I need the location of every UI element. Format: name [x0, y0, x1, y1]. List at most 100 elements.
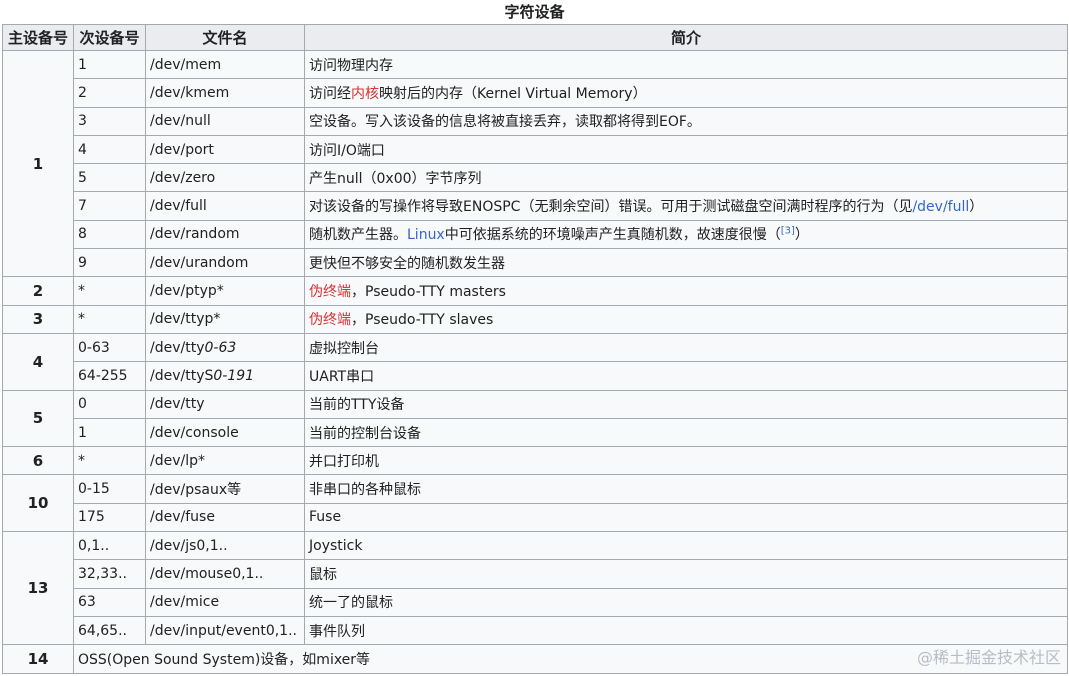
minor-number-cell: 63 [73, 587, 146, 617]
major-number-cell: 4 [2, 332, 74, 391]
minor-number-cell: * [73, 446, 146, 476]
major-number-cell: 13 [2, 531, 74, 646]
text-segment: 访问经 [309, 85, 351, 102]
filename-cell: /dev/tty [145, 389, 305, 419]
description-cell: 伪终端，Pseudo-TTY slaves [304, 304, 1068, 334]
text-segment: 访问I/O端口 [309, 142, 385, 159]
text-segment: /dev/lp* [150, 452, 205, 469]
major-number-cell: 3 [2, 304, 74, 334]
text-segment: /dev/console [150, 424, 239, 441]
text-segment: 非串口的各种鼠标 [309, 482, 421, 499]
text-segment: ） [794, 227, 809, 244]
text-segment: ，Pseudo-TTY masters [351, 284, 506, 301]
filename-cell: /dev/lp* [145, 446, 305, 476]
minor-number-cell: 32,33.. [73, 559, 146, 589]
description-cell: 非串口的各种鼠标 [304, 474, 1068, 504]
text-segment: ） [969, 199, 984, 216]
text-segment: /dev/fuse [150, 509, 215, 526]
table-row: 6 */dev/lp* 并口打印机 [2, 446, 1068, 476]
header-filename: 文件名 [145, 24, 305, 51]
inline-link[interactable]: Linux [407, 227, 445, 243]
inline-link[interactable]: [3] [781, 226, 795, 237]
minor-number-cell: * [73, 304, 146, 334]
table-row: 10 0-15/dev/psaux等 非串口的各种鼠标 [2, 474, 1068, 533]
text-segment: /dev/kmem [150, 84, 230, 101]
table-row: 7/dev/full 对该设备的写操作将导致ENOSPC（无剩余空间）错误。可用于… [3, 191, 1068, 221]
description-cell: 当前的控制台设备 [304, 417, 1068, 448]
major-number-cell: 2 [2, 276, 74, 306]
text-segment: 中可依据系统的环境噪声产生真随机数，故速度很慢（ [444, 227, 781, 244]
text-segment: 产生null（0x00）字节序列 [309, 170, 482, 187]
major-number-cell: 1 [2, 49, 74, 278]
description-cell: Fuse [304, 502, 1068, 533]
text-segment: 当前的TTY设备 [309, 397, 405, 414]
description-cell: 伪终端，Pseudo-TTY masters [304, 276, 1068, 306]
text-segment: 随机数产生器。 [309, 227, 407, 244]
minor-number-cell: 0 [73, 389, 146, 419]
text-segment: /dev/ptyp* [150, 283, 224, 300]
text-segment: 0-191 [213, 367, 255, 384]
text-segment: /dev/null [150, 113, 211, 130]
minor-number-cell: 0-15 [73, 474, 146, 504]
minor-number-cell: 64,65.. [73, 615, 146, 646]
inline-link[interactable]: 伪终端 [309, 312, 351, 328]
text-segment: 并口打印机 [309, 453, 379, 470]
table-row: 5/dev/zero 产生null（0x00）字节序列 [3, 163, 1068, 193]
text-segment: 映射后的内存（Kernel Virtual Memory） [379, 85, 647, 102]
table-row: 175/dev/fuse Fuse [3, 502, 1068, 533]
text-segment: /dev/zero [150, 169, 216, 186]
filename-cell: /dev/random [145, 219, 305, 250]
minor-number-cell: 9 [73, 248, 146, 278]
inline-link[interactable]: 伪终端 [309, 284, 351, 300]
description-cell: 当前的TTY设备 [304, 389, 1068, 419]
description-cell: UART串口 [304, 361, 1068, 391]
description-cell: 统一了的鼠标 [304, 587, 1068, 617]
filename-cell: /dev/tty0-63 [145, 332, 305, 363]
table-row: 32,33../dev/mouse0,1.. 鼠标 [3, 559, 1068, 589]
text-segment: 事件队列 [309, 623, 365, 640]
header-row: 主设备号 次设备号 文件名 简介 [2, 24, 1068, 51]
minor-number-cell: 175 [73, 502, 146, 533]
filename-cell: /dev/fuse [145, 502, 305, 533]
description-cell: 事件队列 [304, 615, 1068, 646]
filename-cell: /dev/ttyS0-191 [145, 361, 305, 391]
text-segment: /dev/port [150, 141, 214, 158]
text-segment: /dev/mem [150, 56, 222, 73]
filename-cell: /dev/null [145, 106, 305, 136]
description-cell: 并口打印机 [304, 446, 1068, 476]
table-row: 2/dev/kmem 访问经内核映射后的内存（Kernel Virtual Mem… [3, 78, 1068, 108]
table-row: 3/dev/null 空设备。写入该设备的信息将被直接丢弃，读取都将得到EOF。 [3, 106, 1068, 136]
text-segment: 访问物理内存 [309, 57, 393, 74]
inline-link[interactable]: 内核 [351, 86, 379, 102]
filename-cell: /dev/ptyp* [145, 276, 305, 306]
description-cell: 虚拟控制台 [304, 332, 1068, 363]
text-segment: 虚拟控制台 [309, 340, 379, 357]
table-row: 64-255/dev/ttyS0-191 UART串口 [3, 361, 1068, 391]
major-number-cell: 5 [2, 389, 74, 448]
description-cell: 更快但不够安全的随机数发生器 [304, 248, 1068, 278]
table-row: 4/dev/port 访问I/O端口 [3, 134, 1068, 165]
filename-cell: /dev/console [145, 417, 305, 448]
table-row: 9/dev/urandom 更快但不够安全的随机数发生器 [3, 248, 1068, 278]
description-cell: 对该设备的写操作将导致ENOSPC（无剩余空间）错误。可用于测试磁盘空间满时程序… [304, 191, 1068, 221]
filename-cell: /dev/mouse0,1.. [145, 559, 305, 589]
table-row: 1/dev/console 当前的控制台设备 [3, 417, 1068, 448]
text-segment: 0-63 [204, 339, 237, 356]
table-caption: 字符设备 [504, 3, 565, 21]
minor-number-cell: 1 [73, 49, 146, 80]
text-segment: /dev/ttyp* [150, 311, 221, 328]
minor-number-cell: * [73, 276, 146, 306]
text-segment: Joystick [309, 537, 363, 554]
watermark: @稀土掘金技术社区 [916, 648, 1061, 667]
description-cell: 鼠标 [304, 559, 1068, 589]
filename-cell: /dev/kmem [145, 78, 305, 108]
minor-number-cell: 5 [73, 163, 146, 193]
text-segment: 当前的控制台设备 [309, 425, 421, 442]
filename-cell: /dev/zero [145, 163, 305, 193]
filename-cell: /dev/port [145, 134, 305, 165]
filename-cell: /dev/js0,1.. [145, 531, 305, 561]
table-row: 13 0,1../dev/js0,1.. Joystick [2, 531, 1068, 646]
text-segment: /dev/tty [150, 339, 205, 356]
text-segment: 更快但不够安全的随机数发生器 [309, 255, 505, 272]
inline-link[interactable]: /dev/full [912, 199, 969, 215]
